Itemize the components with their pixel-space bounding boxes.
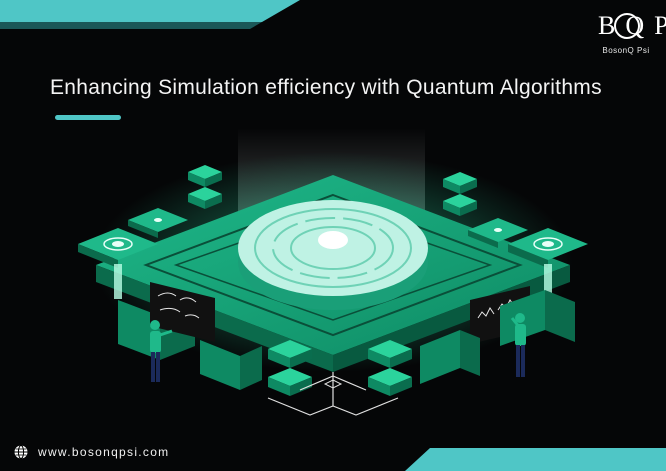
banner: BQP BosonQ Psi Enhancing Simulation effi… [0,0,666,471]
page-title: Enhancing Simulation efficiency with Qua… [50,76,602,99]
top-left-band [0,0,300,22]
top-left-band-shade [0,22,262,29]
left-beam [114,264,122,299]
footer: www.bosonqpsi.com [14,442,169,462]
disc-core [318,231,348,249]
website-link[interactable]: www.bosonqpsi.com [38,445,169,459]
quantum-chip-illustration [0,0,666,471]
globe-icon [14,445,28,459]
logo-circle-icon [614,13,640,39]
logo-name: BosonQ Psi [602,46,650,55]
title-underline [55,115,121,120]
bottom-right-band [405,448,666,471]
bosonq-psi-logo[interactable]: BQP BosonQ Psi [592,10,666,70]
